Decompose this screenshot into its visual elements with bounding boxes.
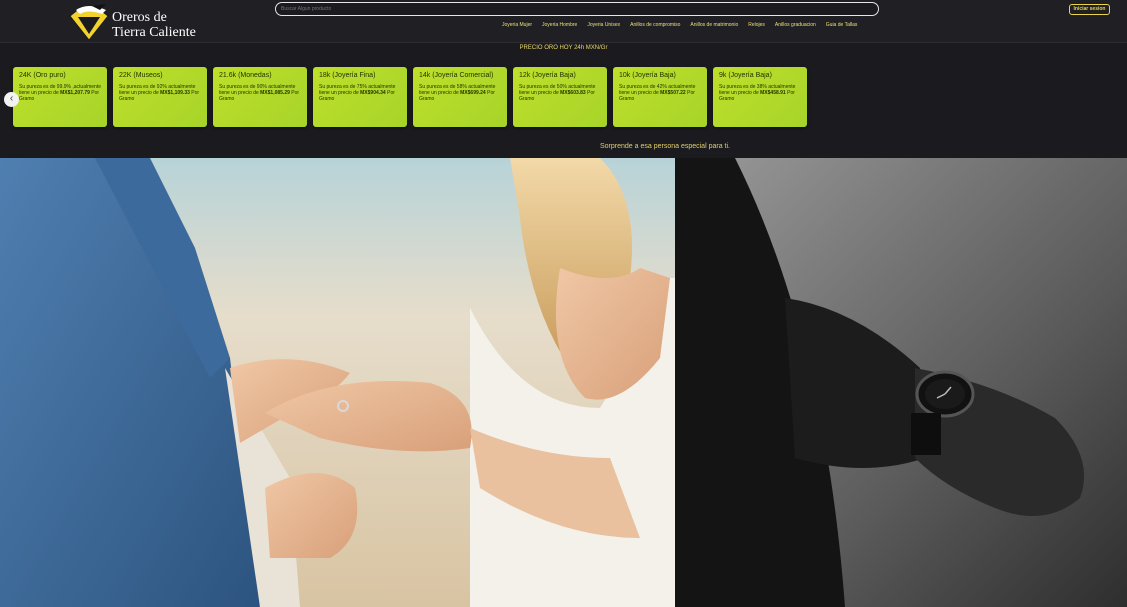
nav-joyeria-unisex[interactable]: Joyeria Unisex — [587, 22, 620, 28]
site-header: Oreros de Tierra Caliente Joyeria Mujer … — [0, 0, 1127, 43]
gold-price-title: PRECIO ORO HOY 24h MXN/Gr — [519, 45, 608, 51]
card-title: 14k (Joyería Comercial) — [419, 72, 494, 79]
card-description: Su pureza es de 99.9% ,actualmente tiene… — [19, 84, 101, 102]
tagline-row: Sorprende a esa persona especial para ti… — [0, 143, 1127, 153]
card-price: MX$458.91 — [760, 90, 786, 96]
card-description: Su pureza es de 92% actualmente tiene un… — [119, 84, 200, 102]
card-price: MX$904.34 — [360, 90, 386, 96]
price-cards: 24K (Oro puro) Su pureza es de 99.9% ,ac… — [13, 67, 807, 127]
card-price: MX$603.83 — [560, 90, 586, 96]
price-card[interactable]: 10k (Joyería Baja) Su pureza es de 42% a… — [613, 67, 707, 127]
arrow-left-icon: ‹ — [9, 93, 14, 104]
card-title: 12k (Joyería Baja) — [519, 72, 576, 79]
nav-guia-tallas[interactable]: Guia de Tallas — [826, 22, 858, 28]
card-description: Su pureza es de 42% actualmente tiene un… — [619, 84, 696, 102]
price-card[interactable]: 9k (Joyería Baja) Su pureza es de 38% ac… — [713, 67, 807, 127]
price-card[interactable]: 22K (Museos) Su pureza es de 92% actualm… — [113, 67, 207, 127]
card-title: 10k (Joyería Baja) — [619, 72, 676, 79]
card-price: MX$699.24 — [460, 90, 486, 96]
nav-anillos-graduacion[interactable]: Anillos graduacion — [775, 22, 816, 28]
hero-image-watch[interactable] — [675, 158, 1127, 607]
card-title: 22K (Museos) — [119, 72, 163, 79]
card-description: Su pureza es de 38% actualmente tiene un… — [719, 84, 796, 102]
nav-anillos-compromiso[interactable]: Anillos de compromiso — [630, 22, 680, 28]
price-card[interactable]: 21.6k (Monedas) Su pureza es de 90% actu… — [213, 67, 307, 127]
brand-logo[interactable]: Oreros de Tierra Caliente — [66, 2, 216, 42]
search-input[interactable] — [275, 2, 879, 16]
card-description: Su pureza es de 58% actualmente tiene un… — [419, 84, 496, 102]
brand-line-1: Oreros de — [112, 10, 167, 25]
card-price: MX$1,109.33 — [160, 90, 190, 96]
card-description: Su pureza es de 75% actualmente tiene un… — [319, 84, 396, 102]
carousel-prev-button[interactable]: ‹ — [4, 92, 19, 107]
nav-anillos-matrimonio[interactable]: Anillos de matrimonio — [690, 22, 738, 28]
card-title: 9k (Joyería Baja) — [719, 72, 772, 79]
card-price: MX$1,207.79 — [60, 90, 90, 96]
price-card[interactable]: 12k (Joyería Baja) Su pureza es de 50% a… — [513, 67, 607, 127]
nav-joyeria-mujer[interactable]: Joyeria Mujer — [502, 22, 532, 28]
hero-image-engagement[interactable] — [0, 158, 675, 607]
watch-photo — [675, 158, 1127, 607]
nav-relojes[interactable]: Relojes — [748, 22, 765, 28]
tagline: Sorprende a esa persona especial para ti… — [600, 143, 730, 150]
card-price: MX$507.22 — [660, 90, 686, 96]
card-title: 21.6k (Monedas) — [219, 72, 272, 79]
engagement-photo — [0, 158, 675, 607]
nav-joyeria-hombre[interactable]: Joyeria Hombre — [542, 22, 577, 28]
price-card[interactable]: 14k (Joyería Comercial) Su pureza es de … — [413, 67, 507, 127]
login-button[interactable]: Iniciar sesion — [1069, 4, 1110, 15]
brand-name: Oreros de Tierra Caliente — [112, 10, 196, 40]
brand-line-2: Tierra Caliente — [112, 25, 196, 40]
card-price: MX$1,085.29 — [260, 90, 290, 96]
card-description: Su pureza es de 90% actualmente tiene un… — [219, 84, 300, 102]
price-card[interactable]: 24K (Oro puro) Su pureza es de 99.9% ,ac… — [13, 67, 107, 127]
card-title: 18k (Joyería Fina) — [319, 72, 376, 79]
card-title: 24K (Oro puro) — [19, 72, 66, 79]
diamond-logo-icon — [69, 4, 109, 41]
card-description: Su pureza es de 50% actualmente tiene un… — [519, 84, 596, 102]
main-nav: Joyeria Mujer Joyeria Hombre Joyeria Uni… — [502, 22, 857, 28]
price-card[interactable]: 18k (Joyería Fina) Su pureza es de 75% a… — [313, 67, 407, 127]
